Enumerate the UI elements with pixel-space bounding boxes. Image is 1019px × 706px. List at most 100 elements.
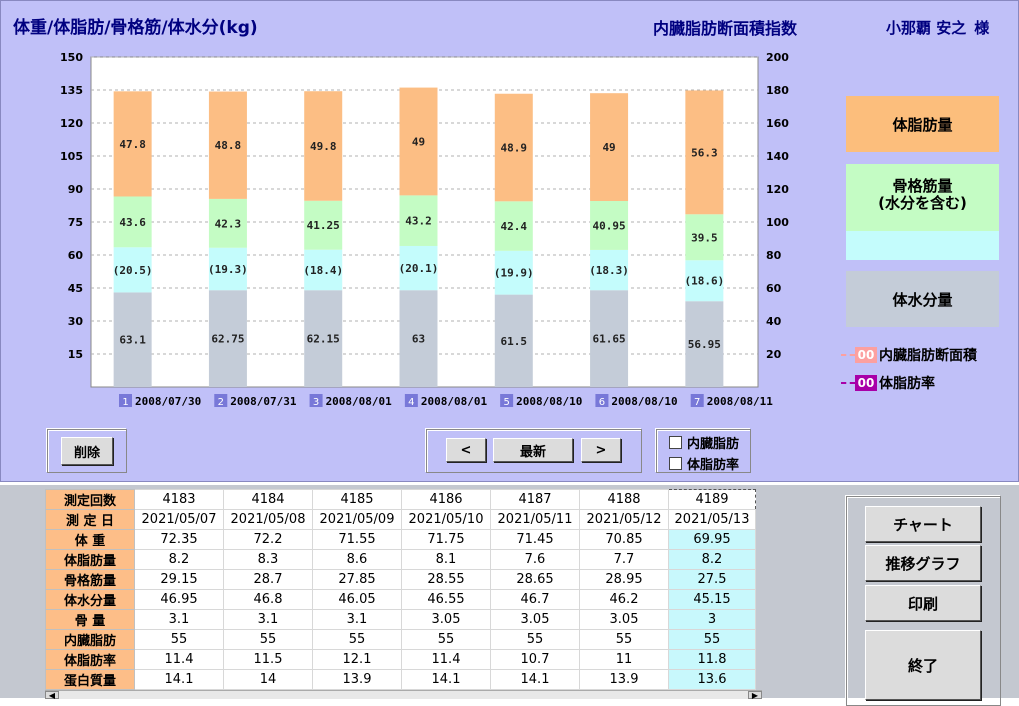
table-cell[interactable]: 10.7 (490, 649, 580, 670)
table-cell[interactable]: 2021/05/10 (401, 509, 491, 530)
table-cell[interactable]: 3.1 (223, 609, 313, 630)
table-cell[interactable]: 46.8 (223, 589, 313, 610)
table-cell[interactable]: 55 (668, 629, 756, 650)
table-cell[interactable]: 14 (223, 669, 313, 690)
data-label: 56.3 (691, 146, 718, 159)
table-cell[interactable]: 11.8 (668, 649, 756, 670)
legend-fatrate-tag: 00 (855, 375, 877, 391)
delete-button[interactable]: 削除 (61, 437, 113, 465)
visceral-checkbox-row[interactable]: 内臓脂肪 (669, 433, 739, 452)
table-cell[interactable]: 13.9 (312, 669, 402, 690)
table-cell[interactable]: 27.5 (668, 569, 756, 590)
table-cell[interactable]: 72.35 (134, 529, 224, 550)
table-cell[interactable]: 2021/05/13 (668, 509, 756, 530)
table-cell[interactable]: 71.55 (312, 529, 402, 550)
legend-visceral: 00 内臓脂肪断面積 (841, 346, 977, 364)
table-cell[interactable]: 46.05 (312, 589, 402, 610)
table-cell[interactable]: 28.55 (401, 569, 491, 590)
table-cell[interactable]: 4183 (134, 489, 224, 510)
table-cell[interactable]: 2021/05/09 (312, 509, 402, 530)
data-label: (19.3) (208, 263, 248, 276)
table-cell[interactable]: 3.1 (312, 609, 402, 630)
table-cell[interactable]: 27.85 (312, 569, 402, 590)
table-cell[interactable]: 46.2 (579, 589, 669, 610)
table-cell[interactable]: 55 (490, 629, 580, 650)
table-cell[interactable]: 8.2 (668, 549, 756, 570)
table-cell[interactable]: 8.6 (312, 549, 402, 570)
legend-visceral-label: 内臓脂肪断面積 (879, 348, 977, 364)
table-cell[interactable]: 2021/05/11 (490, 509, 580, 530)
data-label: 63 (412, 333, 425, 346)
table-cell[interactable]: 55 (401, 629, 491, 650)
table-cell[interactable]: 71.45 (490, 529, 580, 550)
table-cell[interactable]: 28.65 (490, 569, 580, 590)
right-tick-label: 200 (766, 51, 789, 64)
table-cell[interactable]: 46.95 (134, 589, 224, 610)
table-cell[interactable]: 55 (134, 629, 224, 650)
table-cell[interactable]: 28.7 (223, 569, 313, 590)
table-cell[interactable]: 4186 (401, 489, 491, 510)
table-cell[interactable]: 4189 (668, 489, 756, 510)
table-cell[interactable]: 3.05 (401, 609, 491, 630)
category-index: 5 (503, 397, 509, 408)
chart-button[interactable]: チャート (865, 506, 981, 542)
right-tick-label: 20 (766, 348, 782, 361)
table-cell[interactable]: 7.6 (490, 549, 580, 570)
table-cell[interactable]: 29.15 (134, 569, 224, 590)
table-row: 蛋白質量 14.1 14 13.9 14.1 14.1 13.9 13.6 (45, 669, 756, 690)
table-cell[interactable]: 4184 (223, 489, 313, 510)
table-cell[interactable]: 11.5 (223, 649, 313, 670)
print-button[interactable]: 印刷 (865, 585, 981, 621)
table-cell[interactable]: 28.95 (579, 569, 669, 590)
table-cell[interactable]: 55 (579, 629, 669, 650)
table-cell[interactable]: 7.7 (579, 549, 669, 570)
table-cell[interactable]: 14.1 (134, 669, 224, 690)
data-label: (19.9) (494, 267, 534, 280)
trend-graph-button[interactable]: 推移グラフ (865, 545, 981, 581)
fatrate-checkbox-row[interactable]: 体脂肪率 (669, 454, 739, 473)
table-cell[interactable]: 3.1 (134, 609, 224, 630)
table-cell[interactable]: 2021/05/08 (223, 509, 313, 530)
table-cell[interactable]: 2021/05/12 (579, 509, 669, 530)
table-cell[interactable]: 8.3 (223, 549, 313, 570)
left-tick-label: 45 (68, 282, 83, 295)
table-cell[interactable]: 3.05 (579, 609, 669, 630)
exit-button[interactable]: 終了 (865, 630, 981, 700)
table-cell[interactable]: 4185 (312, 489, 402, 510)
table-cell[interactable]: 12.1 (312, 649, 402, 670)
table-cell[interactable]: 55 (223, 629, 313, 650)
fatrate-checkbox[interactable] (669, 457, 682, 470)
table-cell[interactable]: 8.2 (134, 549, 224, 570)
table-cell[interactable]: 14.1 (490, 669, 580, 690)
table-cell[interactable]: 8.1 (401, 549, 491, 570)
table-cell[interactable]: 3.05 (490, 609, 580, 630)
data-label: (18.3) (589, 264, 629, 277)
table-cell[interactable]: 11.4 (134, 649, 224, 670)
table-cell[interactable]: 55 (312, 629, 402, 650)
table-cell[interactable]: 70.85 (579, 529, 669, 550)
table-cell[interactable]: 2021/05/07 (134, 509, 224, 530)
table-cell[interactable]: 45.15 (668, 589, 756, 610)
table-cell[interactable]: 4188 (579, 489, 669, 510)
category-index: 7 (694, 397, 700, 408)
table-cell[interactable]: 11 (579, 649, 669, 670)
table-cell[interactable]: 14.1 (401, 669, 491, 690)
table-cell[interactable]: 3 (668, 609, 756, 630)
table-cell[interactable]: 69.95 (668, 529, 756, 550)
table-cell[interactable]: 4187 (490, 489, 580, 510)
table-cell[interactable]: 46.55 (401, 589, 491, 610)
table-cell[interactable]: 46.7 (490, 589, 580, 610)
visceral-checkbox[interactable] (669, 436, 682, 449)
table-cell[interactable]: 13.6 (668, 669, 756, 690)
row-header: 測 定 日 (45, 509, 135, 530)
table-cell[interactable]: 71.75 (401, 529, 491, 550)
table-cell[interactable]: 72.2 (223, 529, 313, 550)
data-label: (18.4) (303, 264, 343, 277)
next-button[interactable]: > (581, 438, 621, 462)
x-tick-label: 2008/08/01 (421, 395, 488, 408)
latest-button[interactable]: 最新 (493, 438, 573, 462)
table-cell[interactable]: 11.4 (401, 649, 491, 670)
data-label: 61.5 (501, 335, 528, 348)
table-cell[interactable]: 13.9 (579, 669, 669, 690)
prev-button[interactable]: < (446, 438, 486, 462)
